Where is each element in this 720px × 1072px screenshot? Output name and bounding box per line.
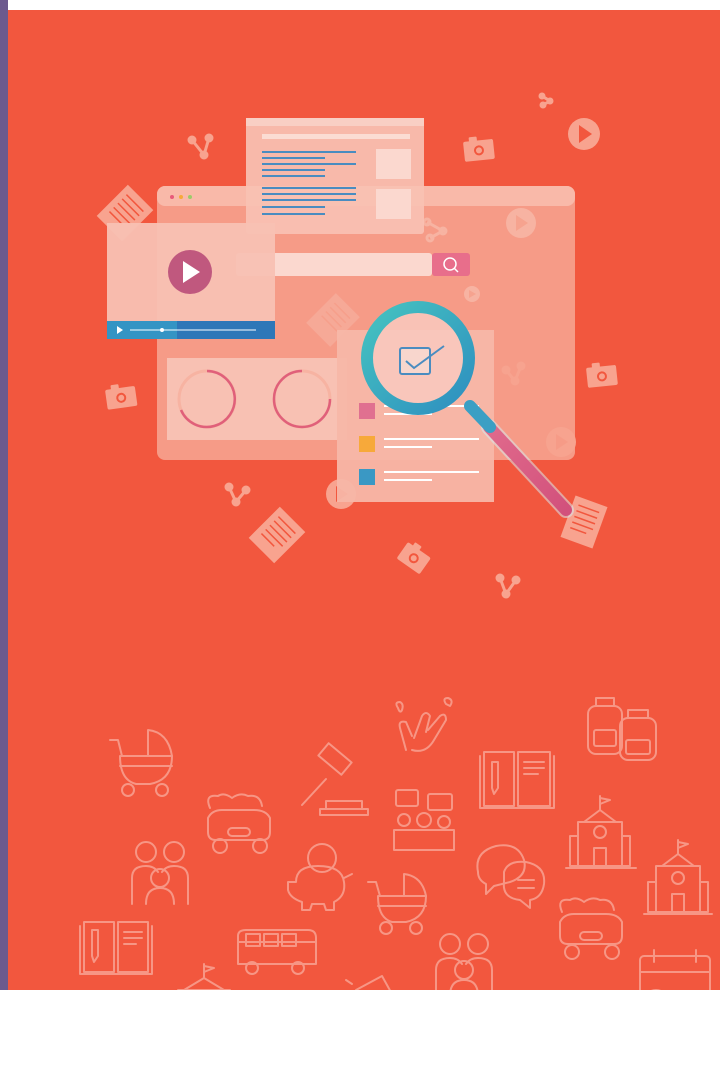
chat-icon [476, 844, 546, 909]
stroller-icon [109, 729, 173, 797]
video-player [107, 223, 275, 339]
school-icon [565, 795, 637, 869]
backpack-icon [587, 697, 657, 761]
stroller-icon [367, 873, 427, 935]
book-icon [479, 751, 555, 809]
car-icon [207, 793, 271, 854]
search-button [432, 253, 470, 276]
page [0, 0, 720, 1072]
side-accent-bar [0, 0, 8, 990]
clapping-hands-icon [395, 697, 453, 752]
car-icon [559, 897, 623, 960]
calendar-icon [639, 949, 711, 990]
gavel-icon [301, 742, 369, 816]
share-icon [224, 482, 251, 507]
camera-icon [463, 136, 495, 162]
share-icon [187, 133, 214, 160]
icon-pattern [79, 697, 713, 990]
share-icon [495, 573, 521, 599]
school-icon [643, 839, 713, 915]
meeting-icon [393, 789, 455, 851]
family-icon [435, 933, 493, 990]
hero-illustration [79, 92, 713, 990]
book-icon [79, 921, 153, 975]
document-panel [246, 118, 424, 234]
megaphone-icon [345, 975, 391, 990]
camera-icon [586, 362, 618, 388]
piggy-bank-icon [287, 843, 353, 911]
document-icon [248, 506, 306, 564]
share-icon [538, 92, 554, 109]
camera-icon [105, 384, 138, 410]
play-icon [568, 118, 600, 150]
family-icon [131, 841, 189, 905]
cover-illustration-area [8, 10, 720, 990]
bus-icon [237, 929, 317, 975]
camera-icon [397, 542, 431, 574]
school-icon [177, 963, 231, 990]
